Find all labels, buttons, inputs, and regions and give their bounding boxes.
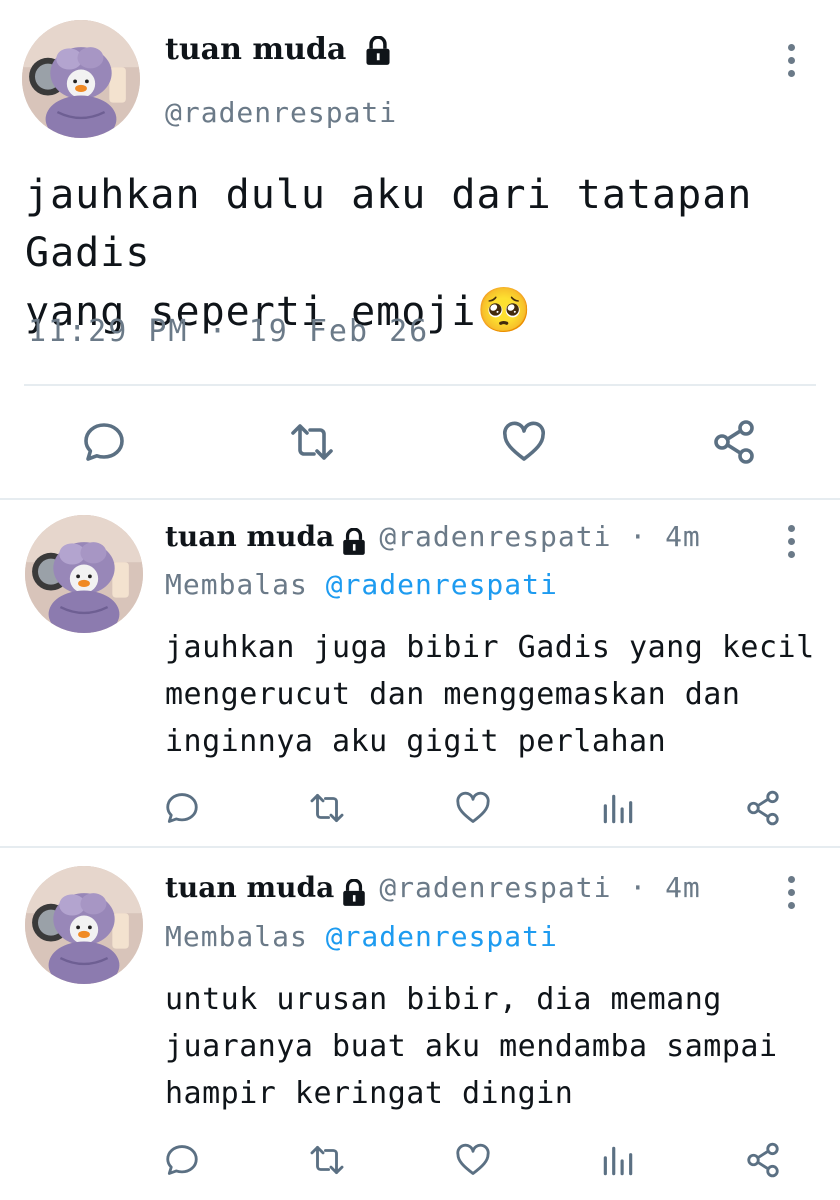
more-icon[interactable] (781, 44, 801, 77)
retweet-icon[interactable] (308, 1141, 346, 1179)
reply-context: Membalas @radenrespati (165, 920, 558, 953)
stats-icon[interactable] (599, 790, 637, 828)
lock-icon (340, 879, 368, 907)
reply-icon[interactable] (80, 418, 128, 466)
like-icon[interactable] (454, 1141, 492, 1179)
reply-text: untuk urusan bibir, dia memang juaranya … (165, 976, 825, 1117)
retweet-icon[interactable] (288, 418, 336, 466)
reply-header: tuan muda @radenrespati · 4m (165, 871, 701, 907)
reply-text-line: inginnya aku gigit perlahan (165, 724, 667, 759)
reply-prefix: Membalas (165, 568, 308, 601)
avatar[interactable] (25, 866, 143, 984)
share-icon[interactable] (744, 789, 782, 827)
reply-to-link[interactable]: @radenrespati (326, 920, 558, 953)
share-icon[interactable] (710, 418, 758, 466)
share-icon[interactable] (744, 1141, 782, 1179)
reply-context: Membalas @radenrespati (165, 568, 558, 601)
reply-text: jauhkan juga bibir Gadis yang kecil meng… (165, 624, 825, 765)
reply-icon[interactable] (163, 1141, 201, 1179)
avatar[interactable] (22, 20, 140, 138)
reply-icon[interactable] (163, 789, 201, 827)
display-name[interactable]: tuan muda (165, 32, 393, 67)
user-handle[interactable]: @radenrespati · 4m (379, 520, 700, 553)
user-handle[interactable]: @radenrespati · 4m (379, 871, 700, 904)
more-icon[interactable] (781, 525, 801, 558)
display-name[interactable]: tuan muda (165, 871, 334, 904)
lock-icon (363, 36, 393, 66)
stats-icon[interactable] (599, 1142, 637, 1180)
like-icon[interactable] (500, 418, 548, 466)
pleading-face-emoji: 🥺 (476, 285, 533, 336)
divider (0, 498, 840, 500)
reply-text-line: jauhkan juga bibir Gadis yang kecil (165, 630, 815, 665)
divider (24, 384, 816, 386)
more-icon[interactable] (781, 876, 801, 909)
divider (0, 846, 840, 848)
reply-text-line: hampir keringat dingin (165, 1076, 574, 1111)
reply-prefix: Membalas (165, 920, 308, 953)
like-icon[interactable] (454, 789, 492, 827)
reply-text-line: untuk urusan bibir, dia memang (165, 982, 722, 1017)
lock-icon (340, 528, 368, 556)
reply-header: tuan muda @radenrespati · 4m (165, 520, 701, 556)
display-name[interactable]: tuan muda (165, 520, 334, 553)
user-handle[interactable]: @radenrespati (165, 96, 397, 129)
reply-to-link[interactable]: @radenrespati (326, 568, 558, 601)
display-name-text: tuan muda (165, 32, 347, 67)
reply-text-line: juaranya buat aku mendamba sampai (165, 1029, 778, 1064)
tweet-timestamp[interactable]: 11:29 PM · 19 Feb 26 (28, 314, 429, 349)
reply-text-line: mengerucut dan menggemaskan dan (165, 677, 741, 712)
tweet-text-line-1: jauhkan dulu aku dari tatapan Gadis (25, 172, 753, 276)
avatar[interactable] (25, 515, 143, 633)
retweet-icon[interactable] (308, 789, 346, 827)
